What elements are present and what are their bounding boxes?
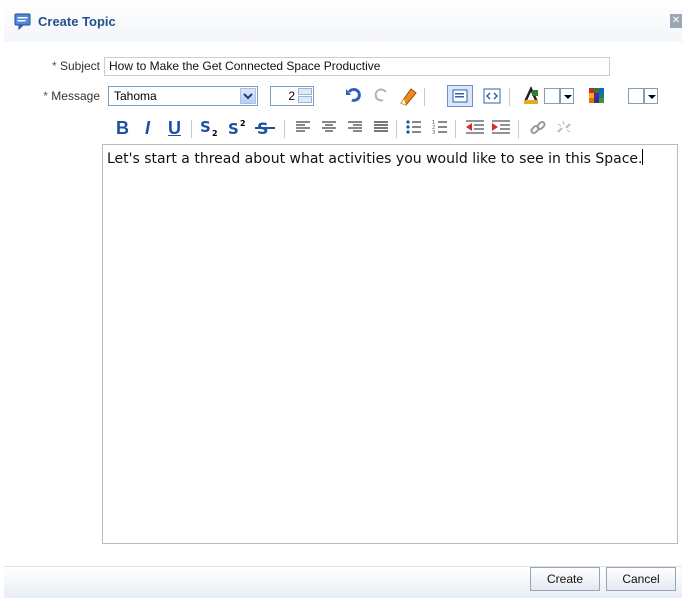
bold-icon[interactable]: B [116, 118, 129, 138]
required-mark: * [43, 89, 48, 103]
stepper-arrows[interactable] [298, 88, 312, 104]
topic-icon [14, 13, 31, 30]
superscript-icon[interactable]: S2 [226, 118, 252, 138]
cancel-button[interactable]: Cancel [606, 567, 676, 591]
toolbar-separator [191, 120, 192, 138]
strikethrough-icon[interactable]: S [254, 118, 278, 138]
subject-input[interactable]: How to Make the Get Connected Space Prod… [104, 57, 610, 76]
source-mode-icon[interactable] [482, 86, 502, 106]
toolbar-separator [455, 120, 456, 138]
font-size-stepper[interactable]: 2 [270, 86, 314, 106]
svg-text:S: S [228, 120, 239, 138]
align-left-icon[interactable] [294, 118, 312, 138]
text-cursor [642, 149, 644, 165]
rich-text-mode-icon[interactable] [447, 85, 473, 107]
create-button[interactable]: Create [530, 567, 600, 591]
subscript-icon[interactable]: S2 [198, 118, 224, 138]
toolbar-separator [518, 120, 519, 138]
toolbar-separator [509, 88, 510, 106]
align-right-icon[interactable] [346, 118, 364, 138]
font-family-value: Tahoma [114, 89, 157, 103]
eraser-icon[interactable] [397, 86, 419, 106]
underline-icon[interactable]: U [168, 118, 181, 138]
numbered-list-icon[interactable]: 123 [431, 118, 449, 138]
message-editor[interactable]: Let's start a thread about what activiti… [102, 144, 678, 544]
svg-text:S: S [200, 118, 211, 136]
message-text: Let's start a thread about what activiti… [107, 151, 643, 167]
text-color-icon[interactable] [521, 86, 541, 106]
link-icon[interactable] [528, 118, 548, 138]
toolbar-separator [396, 120, 397, 138]
svg-text:3: 3 [432, 130, 435, 136]
svg-text:2: 2 [212, 129, 218, 138]
chevron-down-icon[interactable] [644, 88, 658, 104]
dialog-title: Create Topic [38, 14, 116, 29]
chevron-down-icon[interactable] [560, 88, 574, 104]
toolbar-separator [284, 120, 285, 138]
dialog-titlebar: Create Topic ✕ [4, 0, 682, 42]
redo-icon[interactable] [371, 86, 391, 106]
message-label: * Message [43, 89, 100, 103]
unlink-icon[interactable] [554, 118, 574, 138]
chevron-down-icon[interactable] [240, 88, 256, 104]
italic-icon[interactable]: I [145, 118, 150, 138]
create-topic-dialog: Create Topic ✕ * Subject How to Make the… [4, 0, 682, 598]
outdent-icon[interactable] [464, 118, 486, 138]
font-family-select[interactable]: Tahoma [108, 86, 258, 106]
bullet-list-icon[interactable] [405, 118, 423, 138]
align-center-icon[interactable] [320, 118, 338, 138]
dialog-footer: Create Cancel [4, 566, 682, 598]
indent-icon[interactable] [490, 118, 512, 138]
toolbar-separator [424, 88, 425, 106]
required-mark: * [51, 59, 57, 73]
close-icon[interactable]: ✕ [670, 14, 682, 28]
undo-icon[interactable] [344, 86, 364, 106]
text-color-swatch[interactable] [544, 88, 560, 104]
svg-text:2: 2 [240, 119, 246, 128]
background-color-icon[interactable] [588, 87, 606, 107]
subject-label: * Subject [51, 59, 100, 73]
background-color-swatch[interactable] [628, 88, 644, 104]
justify-icon[interactable] [372, 118, 390, 138]
font-size-value: 2 [288, 89, 295, 103]
